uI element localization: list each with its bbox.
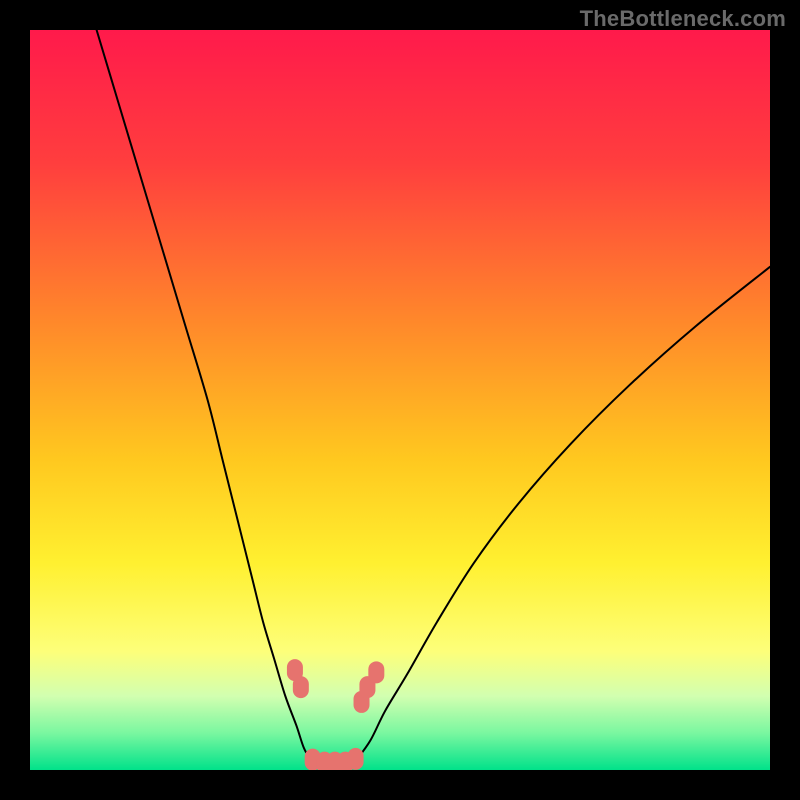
chart-frame: TheBottleneck.com <box>0 0 800 800</box>
marker-optimal-zone-markers <box>348 748 364 770</box>
plot-area <box>30 30 770 770</box>
marker-optimal-zone-markers <box>293 676 309 698</box>
gradient-background <box>30 30 770 770</box>
chart-svg <box>30 30 770 770</box>
watermark-text: TheBottleneck.com <box>580 6 786 32</box>
marker-optimal-zone-markers <box>368 661 384 683</box>
